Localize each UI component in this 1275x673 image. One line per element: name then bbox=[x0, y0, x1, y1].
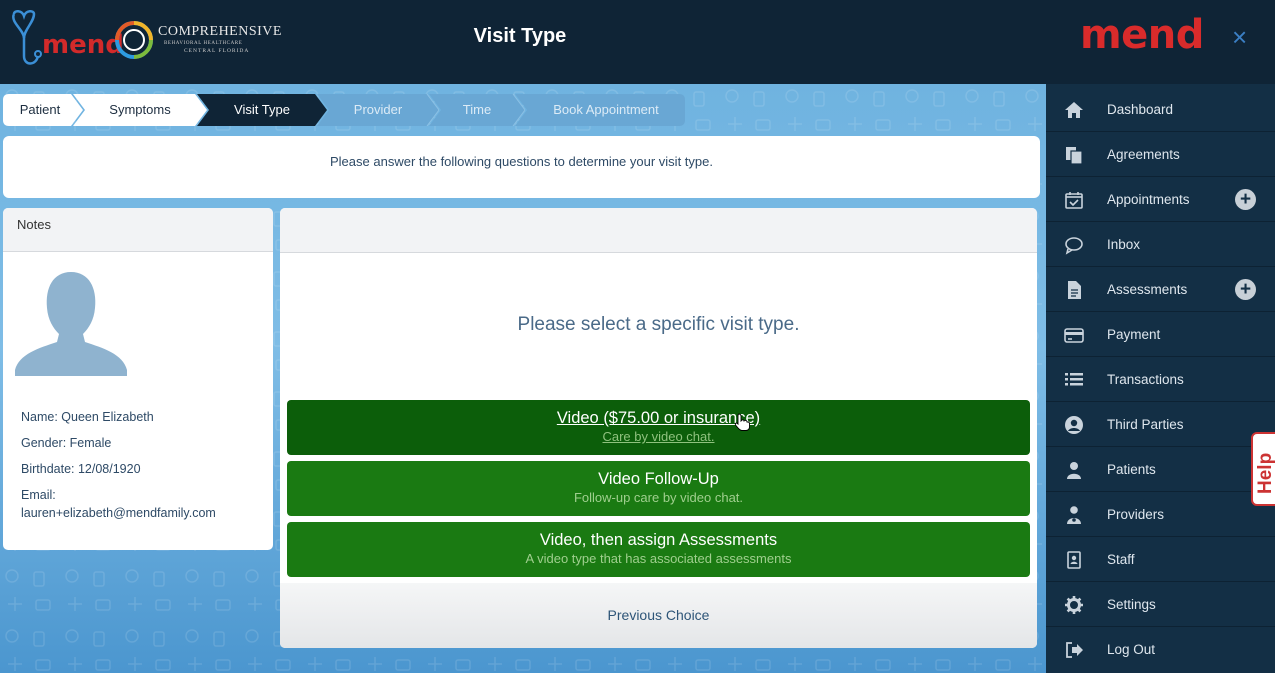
document-icon bbox=[1068, 281, 1081, 299]
page-title: Visit Type bbox=[473, 25, 567, 47]
id-badge-icon bbox=[1067, 551, 1081, 569]
help-label: Help bbox=[1255, 452, 1275, 494]
sidebar-item-label: Agreements bbox=[1107, 147, 1180, 162]
documents-icon bbox=[1066, 147, 1083, 165]
sidebar-item-dashboard[interactable]: Dashboard bbox=[1046, 87, 1275, 132]
previous-choice-label: Previous Choice bbox=[607, 607, 710, 623]
add-assessment-icon[interactable]: + bbox=[1235, 279, 1256, 300]
user-icon bbox=[1067, 462, 1081, 479]
main-content: Patient Symptoms Visit Type Provider Tim… bbox=[0, 84, 1046, 673]
sidebar-item-label: Appointments bbox=[1107, 192, 1190, 207]
sidebar-item-third-parties[interactable]: Third Parties bbox=[1046, 402, 1275, 447]
close-icon[interactable]: × bbox=[1232, 22, 1247, 53]
home-icon bbox=[1065, 102, 1083, 118]
visit-type-prompt: Please select a specific visit type. bbox=[517, 314, 800, 335]
credit-card-icon bbox=[1064, 328, 1084, 343]
chat-bubble-icon bbox=[1065, 237, 1083, 255]
sidebar-item-agreements[interactable]: Agreements bbox=[1046, 132, 1275, 177]
user-circle-icon bbox=[1065, 416, 1083, 434]
step-patient[interactable]: Patient bbox=[3, 94, 83, 126]
doctor-icon bbox=[1067, 506, 1081, 524]
sidebar-item-label: Assessments bbox=[1107, 282, 1188, 297]
sidebar-item-staff[interactable]: Staff bbox=[1046, 537, 1275, 582]
sidebar-item-appointments[interactable]: Appointments + bbox=[1046, 177, 1275, 222]
sidebar-item-label: Providers bbox=[1107, 507, 1165, 522]
sidebar-item-label: Staff bbox=[1107, 552, 1135, 567]
visit-type-card-header bbox=[280, 208, 1037, 253]
option-video-assessments-title: Video, then assign Assessments bbox=[539, 531, 778, 549]
sidebar-item-transactions[interactable]: Transactions bbox=[1046, 357, 1275, 402]
sign-out-icon bbox=[1066, 642, 1083, 658]
step-patient-label: Patient bbox=[19, 102, 61, 117]
step-symptoms[interactable]: Symptoms bbox=[73, 94, 207, 126]
patient-info: Name: Queen Elizabeth Gender: Female Bir… bbox=[21, 404, 216, 522]
patient-email-label: Email: bbox=[21, 488, 56, 502]
sidebar-item-label: Dashboard bbox=[1107, 102, 1174, 117]
mend-logo[interactable]: mend bbox=[8, 8, 124, 74]
step-time[interactable]: Time bbox=[429, 94, 525, 126]
gear-icon bbox=[1065, 596, 1083, 614]
option-video-desc: Care by video chat. bbox=[602, 429, 715, 444]
sidebar-item-inbox[interactable]: Inbox bbox=[1046, 222, 1275, 267]
sidebar-logo[interactable]: mend bbox=[1080, 12, 1204, 58]
previous-choice-button[interactable]: Previous Choice bbox=[280, 583, 1037, 648]
partner-location: CENTRAL FLORIDA bbox=[184, 48, 250, 54]
sidebar-item-assessments[interactable]: Assessments + bbox=[1046, 267, 1275, 312]
step-visit-type[interactable]: Visit Type bbox=[197, 94, 327, 126]
app-header: mend COMPREHENSIVE BEHAVIORAL HEALTHCARE… bbox=[0, 0, 1046, 84]
step-book-appointment-label: Book Appointment bbox=[553, 102, 659, 117]
sidebar-item-providers[interactable]: Providers bbox=[1046, 492, 1275, 537]
help-tab[interactable]: Help bbox=[1251, 432, 1275, 506]
step-provider-label: Provider bbox=[353, 102, 403, 117]
partner-name: COMPREHENSIVE bbox=[158, 24, 282, 39]
option-video-assessments-desc: A video type that has associated assessm… bbox=[525, 551, 792, 566]
patient-birthdate: Birthdate: 12/08/1920 bbox=[21, 462, 141, 476]
step-provider[interactable]: Provider bbox=[317, 94, 439, 126]
patient-notes-card: Notes Name: Queen Elizabeth Gender: Fema… bbox=[3, 208, 273, 550]
patient-email: lauren+elizabeth@mendfamily.com bbox=[21, 506, 216, 520]
sidebar-item-payment[interactable]: Payment bbox=[1046, 312, 1275, 357]
instruction-banner: Please answer the following questions to… bbox=[3, 136, 1040, 198]
partner-logo: COMPREHENSIVE BEHAVIORAL HEALTHCARE CENT… bbox=[112, 18, 282, 64]
option-video-title: Video ($75.00 or insurance) bbox=[556, 409, 761, 427]
visit-type-card: Please select a specific visit type. Vid… bbox=[280, 208, 1037, 648]
sidebar-item-log-out[interactable]: Log Out bbox=[1046, 627, 1275, 672]
step-book-appointment[interactable]: Book Appointment bbox=[515, 94, 685, 126]
sidebar-item-label: Inbox bbox=[1107, 237, 1141, 252]
option-video-follow-up-desc: Follow-up care by video chat. bbox=[573, 490, 744, 505]
option-video[interactable]: Video ($75.00 or insurance) Care by vide… bbox=[287, 400, 1030, 455]
sidebar-item-label: Payment bbox=[1107, 327, 1161, 342]
hand-cursor-icon bbox=[734, 413, 750, 431]
instruction-text: Please answer the following questions to… bbox=[330, 154, 713, 169]
step-visit-type-label: Visit Type bbox=[234, 102, 290, 117]
ring-logo-icon bbox=[115, 21, 153, 59]
list-icon bbox=[1065, 373, 1083, 386]
sidebar-item-patients[interactable]: Patients bbox=[1046, 447, 1275, 492]
partner-subtitle: BEHAVIORAL HEALTHCARE bbox=[164, 41, 243, 46]
patient-name: Name: Queen Elizabeth bbox=[21, 410, 154, 424]
step-time-label: Time bbox=[462, 102, 492, 117]
add-appointment-icon[interactable]: + bbox=[1235, 189, 1256, 210]
sidebar-item-label: Third Parties bbox=[1107, 417, 1184, 432]
calendar-check-icon bbox=[1065, 192, 1083, 209]
sidebar-header: mend × bbox=[1046, 0, 1275, 84]
option-video-follow-up-title: Video Follow-Up bbox=[598, 470, 719, 488]
sidebar-item-label: Patients bbox=[1107, 462, 1156, 477]
notes-heading: Notes bbox=[3, 208, 273, 252]
sidebar-item-label: Transactions bbox=[1107, 372, 1184, 387]
sidebar-item-label: Log Out bbox=[1107, 642, 1156, 657]
avatar-placeholder-icon bbox=[15, 272, 127, 376]
option-video-assessments[interactable]: Video, then assign Assessments A video t… bbox=[287, 522, 1030, 577]
patient-gender: Gender: Female bbox=[21, 436, 112, 450]
sidebar: mend × Dashboard Agreements Appointments… bbox=[1046, 0, 1275, 673]
sidebar-item-label: Settings bbox=[1107, 597, 1156, 612]
step-symptoms-label: Symptoms bbox=[109, 102, 171, 117]
sidebar-item-settings[interactable]: Settings bbox=[1046, 582, 1275, 627]
option-video-follow-up[interactable]: Video Follow-Up Follow-up care by video … bbox=[287, 461, 1030, 516]
